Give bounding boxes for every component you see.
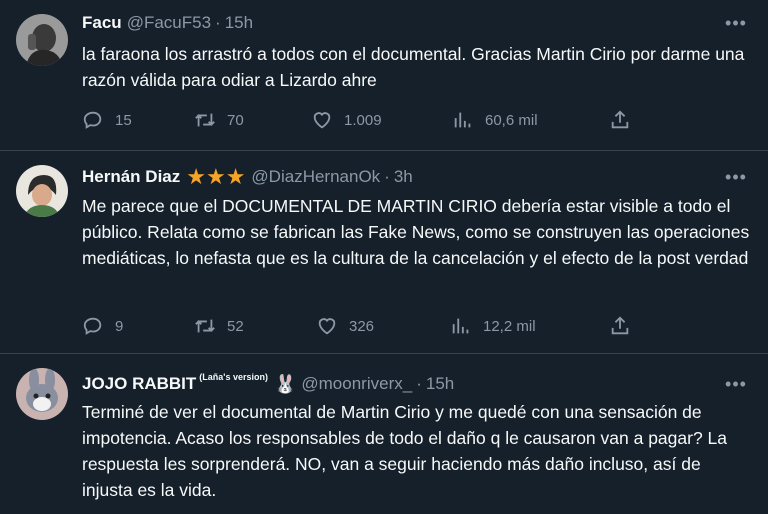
retweet-count: 52 [227, 317, 244, 335]
timestamp[interactable]: 15h [426, 374, 454, 394]
tweet-text: Me parece que el DOCUMENTAL DE MARTIN CI… [82, 196, 750, 268]
user-handle[interactable]: @FacuF53 [127, 13, 211, 33]
rabbit-icon: 🐰 [273, 373, 297, 394]
timestamp[interactable]: 3h [394, 167, 413, 187]
reply-icon [83, 317, 102, 335]
reply-button[interactable]: 9 [82, 314, 123, 338]
display-name[interactable]: Facu [82, 13, 122, 33]
retweet-icon [195, 113, 215, 127]
user-handle[interactable]: @DiazHernanOk [251, 167, 380, 187]
views-button[interactable]: 60,6 mil [452, 108, 538, 132]
more-icon[interactable]: ••• [724, 372, 748, 396]
like-count: 326 [349, 317, 375, 335]
like-count: 1.009 [344, 111, 382, 129]
retweet-button[interactable]: 52 [194, 314, 244, 338]
tweet-header: JOJO RABBIT (Laña's version) 🐰 @moonrive… [82, 371, 728, 397]
reply-count: 15 [115, 111, 132, 129]
reply-count: 9 [115, 317, 124, 335]
separator-dot: · [384, 167, 390, 186]
more-icon[interactable]: ••• [724, 11, 748, 35]
star-icon: ★★★ [186, 164, 246, 189]
action-bar: 15 70 1.009 60,6 mil [82, 108, 642, 132]
star-badge: ★★★ [186, 166, 246, 188]
tweet[interactable]: JOJO RABBIT (Laña's version) 🐰 @moonrive… [0, 354, 768, 514]
tweet-header: Hernán Diaz ★★★ @DiazHernanOk · 3h [82, 164, 728, 190]
views-button[interactable]: 12,2 mil [450, 314, 536, 338]
tweet-header: Facu @FacuF53 · 15h [82, 10, 728, 36]
reply-icon [83, 111, 102, 129]
tweet-text: Terminé de ver el documental de Martin C… [82, 402, 728, 500]
reply-button[interactable]: 15 [82, 108, 132, 132]
action-bar: 9 52 326 12,2 mil [82, 314, 642, 338]
name-suffix: (Laña's version) [199, 372, 268, 382]
share-icon [611, 110, 629, 129]
retweet-icon [195, 319, 215, 333]
separator-dot: · [215, 13, 221, 32]
like-button[interactable]: 326 [316, 314, 374, 338]
avatar[interactable] [16, 165, 68, 217]
like-icon [313, 112, 331, 129]
tweet[interactable]: Facu @FacuF53 · 15h ••• la faraona los a… [0, 0, 768, 151]
user-handle[interactable]: @moonriverx_ [301, 374, 412, 394]
avatar[interactable] [16, 14, 68, 66]
timestamp[interactable]: 15h [225, 13, 253, 33]
tweet[interactable]: Hernán Diaz ★★★ @DiazHernanOk · 3h ••• M… [0, 151, 768, 354]
views-icon [454, 112, 471, 128]
view-count: 60,6 mil [485, 111, 538, 129]
share-button[interactable] [609, 314, 631, 338]
display-name[interactable]: Hernán Diaz [82, 167, 180, 187]
more-icon[interactable]: ••• [724, 165, 748, 189]
avatar[interactable] [16, 368, 68, 420]
separator-dot: · [416, 374, 422, 393]
tweet-text: la faraona los arrastró a todos con el d… [82, 44, 745, 90]
display-name[interactable]: JOJO RABBIT [82, 374, 196, 394]
share-button[interactable] [609, 108, 631, 132]
views-icon [452, 318, 469, 334]
view-count: 12,2 mil [483, 317, 536, 335]
retweet-count: 70 [227, 111, 244, 129]
retweet-button[interactable]: 70 [194, 108, 244, 132]
like-button[interactable]: 1.009 [311, 108, 382, 132]
share-icon [611, 316, 629, 335]
like-icon [318, 318, 336, 335]
